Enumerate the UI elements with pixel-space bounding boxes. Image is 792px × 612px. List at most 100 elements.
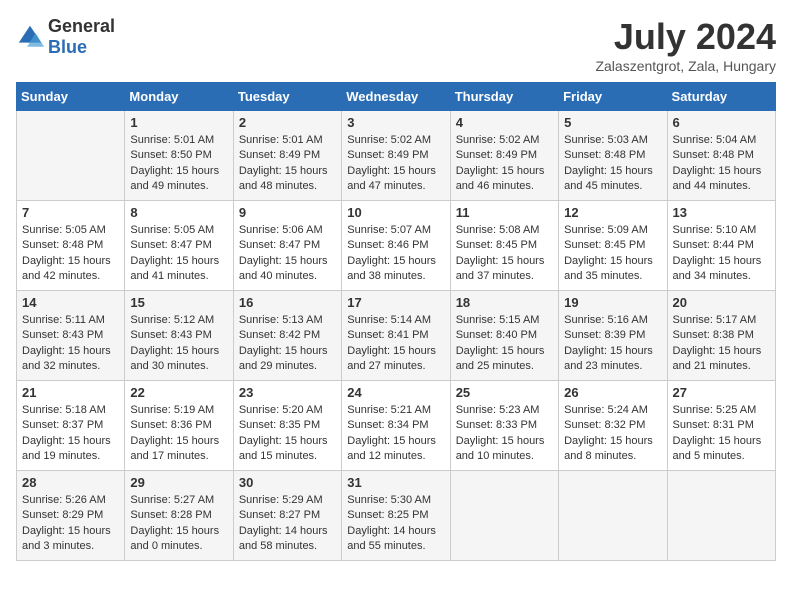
- day-info: Sunrise: 5:03 AM Sunset: 8:48 PM Dayligh…: [564, 133, 661, 195]
- day-number: 2: [239, 115, 336, 130]
- col-header-friday: Friday: [559, 83, 667, 111]
- calendar-cell: 29 Sunrise: 5:27 AM Sunset: 8:28 PM Dayli…: [125, 471, 233, 561]
- calendar-cell: 16 Sunrise: 5:13 AM Sunset: 8:42 PM Dayli…: [233, 291, 341, 381]
- day-info: Sunrise: 5:13 AM Sunset: 8:42 PM Dayligh…: [239, 313, 336, 375]
- calendar-week-row: 21 Sunrise: 5:18 AM Sunset: 8:37 PM Dayli…: [17, 381, 776, 471]
- day-number: 14: [22, 295, 119, 310]
- day-number: 6: [673, 115, 770, 130]
- calendar-cell: 10Sunrise: 5:07 AM Sunset: 8:46 PM Dayli…: [342, 201, 450, 291]
- day-info: Sunrise: 5:19 AM Sunset: 8:36 PM Dayligh…: [130, 403, 227, 465]
- day-number: 1: [130, 115, 227, 130]
- calendar-cell: 23 Sunrise: 5:20 AM Sunset: 8:35 PM Dayli…: [233, 381, 341, 471]
- day-number: 21: [22, 385, 119, 400]
- calendar-cell: 11 Sunrise: 5:08 AM Sunset: 8:45 PM Dayli…: [450, 201, 558, 291]
- day-number: 23: [239, 385, 336, 400]
- day-info: Sunrise: 5:06 AM Sunset: 8:47 PM Dayligh…: [239, 223, 336, 285]
- day-info: Sunrise: 5:04 AM Sunset: 8:48 PM Dayligh…: [673, 133, 770, 195]
- calendar-cell: [667, 471, 775, 561]
- day-info: Sunrise: 5:27 AM Sunset: 8:28 PM Dayligh…: [130, 493, 227, 555]
- calendar-cell: 9 Sunrise: 5:06 AM Sunset: 8:47 PM Daylig…: [233, 201, 341, 291]
- day-number: 12: [564, 205, 661, 220]
- day-number: 9: [239, 205, 336, 220]
- day-number: 15: [130, 295, 227, 310]
- calendar-cell: 28 Sunrise: 5:26 AM Sunset: 8:29 PM Dayli…: [17, 471, 125, 561]
- title-block: July 2024 Zalaszentgrot, Zala, Hungary: [595, 16, 776, 74]
- day-number: 17: [347, 295, 444, 310]
- day-number: 5: [564, 115, 661, 130]
- day-number: 16: [239, 295, 336, 310]
- day-number: 29: [130, 475, 227, 490]
- logo-blue: Blue: [48, 37, 87, 57]
- month-title: July 2024: [595, 16, 776, 58]
- col-header-monday: Monday: [125, 83, 233, 111]
- calendar-week-row: 1 Sunrise: 5:01 AM Sunset: 8:50 PM Daylig…: [17, 111, 776, 201]
- day-info: Sunrise: 5:02 AM Sunset: 8:49 PM Dayligh…: [456, 133, 553, 195]
- logo-general: General: [48, 16, 115, 36]
- calendar-cell: [450, 471, 558, 561]
- calendar-cell: 19 Sunrise: 5:16 AM Sunset: 8:39 PM Dayli…: [559, 291, 667, 381]
- calendar-cell: 5 Sunrise: 5:03 AM Sunset: 8:48 PM Daylig…: [559, 111, 667, 201]
- calendar-cell: 21 Sunrise: 5:18 AM Sunset: 8:37 PM Dayli…: [17, 381, 125, 471]
- day-number: 8: [130, 205, 227, 220]
- day-info: Sunrise: 5:05 AM Sunset: 8:47 PM Dayligh…: [130, 223, 227, 285]
- day-info: Sunrise: 5:24 AM Sunset: 8:32 PM Dayligh…: [564, 403, 661, 465]
- calendar-cell: 7 Sunrise: 5:05 AM Sunset: 8:48 PM Daylig…: [17, 201, 125, 291]
- col-header-sunday: Sunday: [17, 83, 125, 111]
- calendar-cell: 25Sunrise: 5:23 AM Sunset: 8:33 PM Dayli…: [450, 381, 558, 471]
- calendar-cell: 31Sunrise: 5:30 AM Sunset: 8:25 PM Dayli…: [342, 471, 450, 561]
- day-info: Sunrise: 5:11 AM Sunset: 8:43 PM Dayligh…: [22, 313, 119, 375]
- day-info: Sunrise: 5:01 AM Sunset: 8:49 PM Dayligh…: [239, 133, 336, 195]
- day-info: Sunrise: 5:01 AM Sunset: 8:50 PM Dayligh…: [130, 133, 227, 195]
- day-number: 11: [456, 205, 553, 220]
- calendar-cell: 1 Sunrise: 5:01 AM Sunset: 8:50 PM Daylig…: [125, 111, 233, 201]
- day-info: Sunrise: 5:14 AM Sunset: 8:41 PM Dayligh…: [347, 313, 444, 375]
- calendar-cell: 17 Sunrise: 5:14 AM Sunset: 8:41 PM Dayli…: [342, 291, 450, 381]
- calendar-cell: 26 Sunrise: 5:24 AM Sunset: 8:32 PM Dayli…: [559, 381, 667, 471]
- day-info: Sunrise: 5:17 AM Sunset: 8:38 PM Dayligh…: [673, 313, 770, 375]
- day-info: Sunrise: 5:20 AM Sunset: 8:35 PM Dayligh…: [239, 403, 336, 465]
- day-number: 27: [673, 385, 770, 400]
- day-info: Sunrise: 5:29 AM Sunset: 8:27 PM Dayligh…: [239, 493, 336, 555]
- calendar-table: SundayMondayTuesdayWednesdayThursdayFrid…: [16, 82, 776, 561]
- day-info: Sunrise: 5:18 AM Sunset: 8:37 PM Dayligh…: [22, 403, 119, 465]
- calendar-header-row: SundayMondayTuesdayWednesdayThursdayFrid…: [17, 83, 776, 111]
- calendar-week-row: 7 Sunrise: 5:05 AM Sunset: 8:48 PM Daylig…: [17, 201, 776, 291]
- logo-icon: [16, 23, 44, 51]
- calendar-cell: 6 Sunrise: 5:04 AM Sunset: 8:48 PM Daylig…: [667, 111, 775, 201]
- calendar-cell: 22Sunrise: 5:19 AM Sunset: 8:36 PM Dayli…: [125, 381, 233, 471]
- col-header-tuesday: Tuesday: [233, 83, 341, 111]
- day-number: 19: [564, 295, 661, 310]
- day-number: 13: [673, 205, 770, 220]
- calendar-cell: 27 Sunrise: 5:25 AM Sunset: 8:31 PM Dayli…: [667, 381, 775, 471]
- day-info: Sunrise: 5:26 AM Sunset: 8:29 PM Dayligh…: [22, 493, 119, 555]
- day-number: 24: [347, 385, 444, 400]
- day-number: 30: [239, 475, 336, 490]
- col-header-wednesday: Wednesday: [342, 83, 450, 111]
- day-info: Sunrise: 5:16 AM Sunset: 8:39 PM Dayligh…: [564, 313, 661, 375]
- day-info: Sunrise: 5:25 AM Sunset: 8:31 PM Dayligh…: [673, 403, 770, 465]
- day-info: Sunrise: 5:05 AM Sunset: 8:48 PM Dayligh…: [22, 223, 119, 285]
- page-header: General Blue July 2024 Zalaszentgrot, Za…: [16, 16, 776, 74]
- calendar-cell: 18 Sunrise: 5:15 AM Sunset: 8:40 PM Dayli…: [450, 291, 558, 381]
- calendar-cell: 2 Sunrise: 5:01 AM Sunset: 8:49 PM Daylig…: [233, 111, 341, 201]
- day-info: Sunrise: 5:08 AM Sunset: 8:45 PM Dayligh…: [456, 223, 553, 285]
- calendar-cell: 14 Sunrise: 5:11 AM Sunset: 8:43 PM Dayli…: [17, 291, 125, 381]
- location: Zalaszentgrot, Zala, Hungary: [595, 58, 776, 74]
- day-info: Sunrise: 5:02 AM Sunset: 8:49 PM Dayligh…: [347, 133, 444, 195]
- logo: General Blue: [16, 16, 115, 58]
- day-number: 26: [564, 385, 661, 400]
- day-number: 18: [456, 295, 553, 310]
- day-info: Sunrise: 5:30 AM Sunset: 8:25 PM Dayligh…: [347, 493, 444, 555]
- col-header-saturday: Saturday: [667, 83, 775, 111]
- day-number: 7: [22, 205, 119, 220]
- day-info: Sunrise: 5:21 AM Sunset: 8:34 PM Dayligh…: [347, 403, 444, 465]
- day-number: 10: [347, 205, 444, 220]
- day-number: 28: [22, 475, 119, 490]
- day-info: Sunrise: 5:15 AM Sunset: 8:40 PM Dayligh…: [456, 313, 553, 375]
- col-header-thursday: Thursday: [450, 83, 558, 111]
- day-number: 25: [456, 385, 553, 400]
- calendar-week-row: 28 Sunrise: 5:26 AM Sunset: 8:29 PM Dayli…: [17, 471, 776, 561]
- calendar-cell: 15Sunrise: 5:12 AM Sunset: 8:43 PM Dayli…: [125, 291, 233, 381]
- logo-text: General Blue: [48, 16, 115, 58]
- calendar-cell: 12Sunrise: 5:09 AM Sunset: 8:45 PM Dayli…: [559, 201, 667, 291]
